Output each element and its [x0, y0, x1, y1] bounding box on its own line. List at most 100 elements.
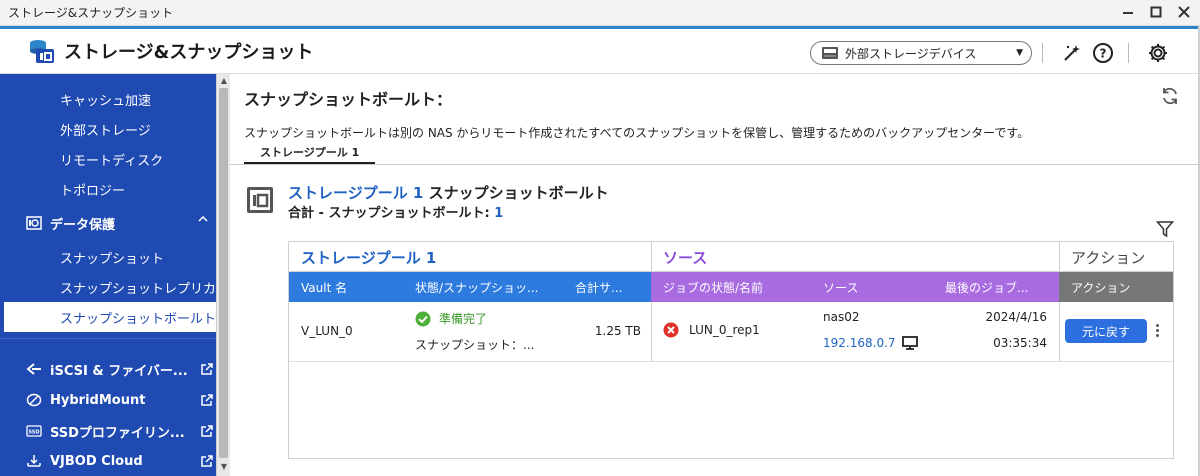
external-link-icon: [200, 454, 214, 472]
table-header-row: Vault 名 状態/スナップショッ... 合計サ... ジョブの状態/名前 ソ…: [289, 272, 1173, 302]
ext-device-label: 外部ストレージデバイス: [845, 46, 977, 61]
pool-name[interactable]: ストレージプール 1: [288, 184, 423, 202]
column-header-source[interactable]: ソース: [811, 272, 933, 302]
sidebar-item-label: スナップショット: [60, 251, 165, 267]
sidebar-group-hybridmount[interactable]: HybridMount: [0, 385, 216, 415]
source-host: nas02: [823, 310, 860, 324]
settings-button[interactable]: [1146, 41, 1170, 65]
header-divider: [1128, 43, 1129, 63]
vault-total-count: 1: [494, 206, 504, 221]
filter-icon[interactable]: [1156, 220, 1174, 238]
chevron-up-icon: [198, 215, 208, 226]
scroll-down-arrow-icon[interactable]: ▼: [219, 462, 229, 472]
table-group-header: ストレージプール 1 ソース アクション: [289, 242, 1173, 272]
sidebar-group-label: HybridMount: [50, 392, 146, 408]
status-cell: 準備完了: [415, 310, 487, 327]
sidebar-item-topology[interactable]: トポロジー: [0, 174, 216, 204]
window-title: ストレージ&スナップショット: [8, 6, 174, 20]
group-action: アクション: [1071, 248, 1146, 267]
tab-divider: [230, 164, 1200, 165]
external-storage-device-dropdown[interactable]: 外部ストレージデバイス ▼: [810, 41, 1032, 65]
snapshot-count-text: スナップショット：...: [415, 338, 535, 352]
vault-table: ストレージプール 1 ソース アクション Vault 名 状態/スナップショッ.…: [288, 241, 1174, 459]
sidebar-item-snapshot-replica[interactable]: スナップショットレプリカ: [0, 272, 216, 302]
more-options-icon[interactable]: [1153, 318, 1161, 342]
column-header-status[interactable]: 状態/スナップショッ...: [403, 272, 563, 302]
minimize-button[interactable]: [1118, 2, 1138, 22]
group-storage-pool: ストレージプール 1: [301, 248, 437, 267]
maximize-button[interactable]: [1146, 2, 1166, 22]
vjbod-cloud-icon: [26, 453, 42, 469]
sidebar-item-remote-disk[interactable]: リモートディスク: [0, 144, 216, 174]
column-header-action: アクション: [1059, 272, 1173, 302]
group-source: ソース: [663, 248, 708, 267]
chevron-down-icon: ▼: [1016, 48, 1023, 58]
sidebar-group-label: VJBOD Cloud: [50, 453, 143, 469]
column-header-total-size[interactable]: 合計サ...: [563, 272, 651, 302]
sidebar-group-label: データ保護: [50, 217, 116, 233]
help-button[interactable]: ?: [1091, 41, 1115, 65]
iscsi-icon: [26, 361, 42, 377]
vault-total: 合計 - スナップショットボールト: 1: [288, 202, 503, 221]
job-status-cell: LUN_0_rep1: [663, 322, 760, 338]
grid-line: [651, 242, 652, 272]
sidebar-item-label: 外部ストレージ: [60, 123, 151, 139]
sidebar-item-label: キャッシュ加速: [60, 93, 152, 109]
column-header-last-job[interactable]: 最後のジョブ...: [933, 272, 1059, 302]
raid-drive-icon: [822, 47, 838, 59]
check-circle-icon: [415, 311, 431, 326]
sidebar-item-snapshot[interactable]: スナップショット: [0, 242, 216, 272]
app-header: ストレージ&スナップショット 外部ストレージデバイス ▼ ?: [0, 26, 1200, 74]
sidebar-item-label: スナップショットボールト: [60, 311, 216, 327]
column-header-job-status[interactable]: ジョブの状態/名前: [651, 272, 811, 302]
sidebar-group-label: SSDプロファイリン...: [50, 425, 185, 441]
sidebar-group-data-protection[interactable]: データ保護: [0, 208, 216, 238]
sidebar-scrollbar[interactable]: ▲ ▼: [216, 74, 230, 476]
sidebar-divider: [0, 338, 216, 339]
tab-storage-pool-1[interactable]: ストレージプール 1: [244, 140, 376, 164]
external-link-icon: [200, 424, 214, 442]
header-divider: [1042, 43, 1043, 63]
restore-button[interactable]: 元に戻す: [1065, 319, 1147, 343]
pool-heading: ストレージプール 1 スナップショットボールト: [288, 182, 609, 203]
ssd-icon: SSD: [26, 423, 42, 439]
vault-name-cell: V_LUN_0: [301, 324, 353, 338]
app-title: ストレージ&スナップショット: [64, 42, 314, 63]
close-icon: [1178, 6, 1190, 18]
sidebar-item-external-storage[interactable]: 外部ストレージ: [0, 114, 216, 144]
window-titlebar: ストレージ&スナップショット: [0, 0, 1200, 26]
monitor-icon: [901, 336, 918, 350]
vault-total-label: 合計 - スナップショットボールト:: [288, 206, 495, 221]
column-header-vault-name[interactable]: Vault 名: [289, 272, 403, 302]
sidebar-item-cache-acceleration[interactable]: キャッシュ加速: [0, 84, 216, 114]
diagnostic-tool-button[interactable]: [1060, 41, 1084, 65]
refresh-icon[interactable]: [1160, 86, 1180, 106]
hybridmount-icon: [26, 392, 42, 408]
gear-icon: [1149, 44, 1167, 62]
sidebar-item-label: スナップショットレプリカ: [60, 281, 216, 297]
page-title: スナップショットボールト：: [244, 90, 453, 109]
maximize-icon: [1150, 6, 1162, 18]
svg-text:?: ?: [1100, 47, 1107, 61]
storage-pool-icon: [247, 187, 273, 213]
last-job-date: 2024/4/16: [985, 310, 1047, 324]
error-circle-icon: [663, 322, 679, 338]
window-controls: [1118, 2, 1194, 22]
status-text: 準備完了: [439, 312, 488, 326]
pool-heading-suffix: スナップショットボールト: [423, 184, 609, 202]
last-job-time: 03:35:34: [993, 336, 1047, 350]
table-row[interactable]: V_LUN_0 準備完了 スナップショット：... 1.25 TB LUN_0_…: [289, 302, 1173, 362]
page-description: スナップショットボールトは別の NAS からリモート作成されたすべてのスナップシ…: [244, 126, 1030, 140]
sidebar-group-ssd-profiling[interactable]: SSD SSDプロファイリン...: [0, 416, 216, 446]
sidebar-group-vjbod-cloud[interactable]: VJBOD Cloud: [0, 446, 216, 476]
storage-app-icon: [30, 40, 54, 63]
scrollbar-thumb[interactable]: [219, 88, 228, 458]
grid-line: [1059, 302, 1060, 362]
source-ip-link[interactable]: 192.168.0.7: [823, 336, 896, 350]
sidebar-item-label: リモートディスク: [60, 153, 164, 169]
close-button[interactable]: [1174, 2, 1194, 22]
sidebar-item-snapshot-vault[interactable]: スナップショットボールト: [0, 302, 216, 332]
svg-text:SSD: SSD: [28, 430, 39, 436]
sidebar-group-iscsi[interactable]: iSCSI & ファイバー...: [0, 354, 216, 384]
scroll-up-arrow-icon[interactable]: ▲: [219, 76, 229, 86]
